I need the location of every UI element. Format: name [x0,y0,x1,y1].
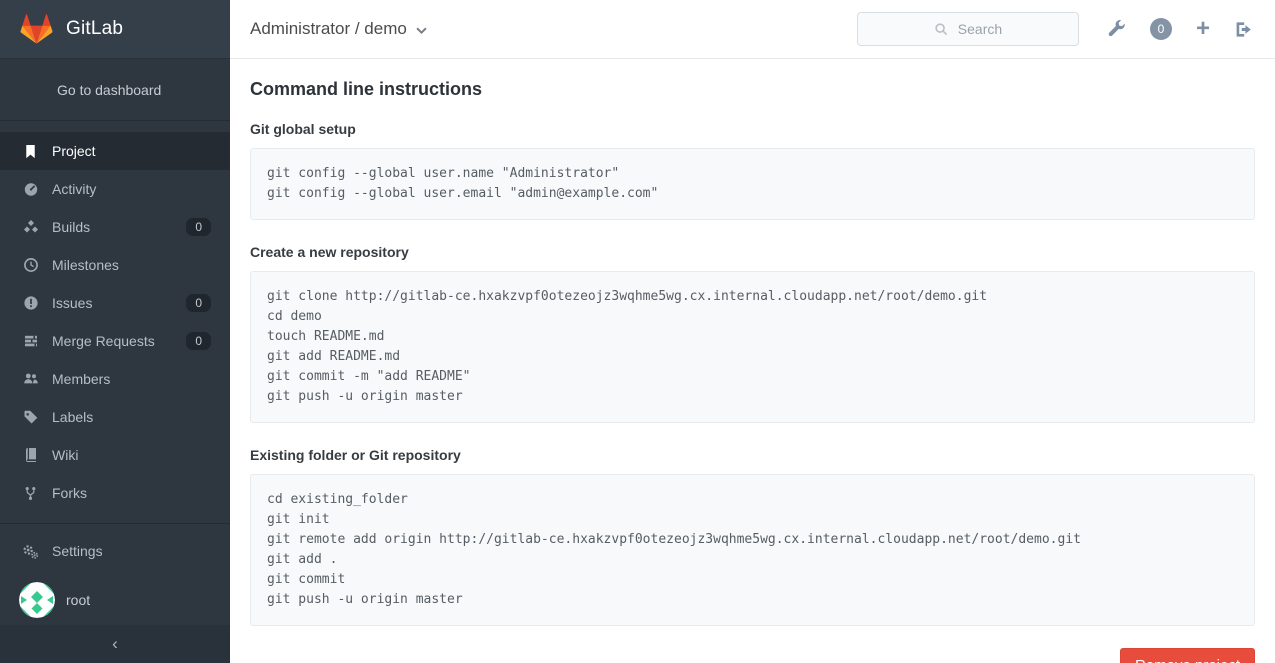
sidebar-item-activity[interactable]: Activity [0,170,230,208]
sidebar-item-labels[interactable]: Labels [0,398,230,436]
cubes-icon [22,219,39,236]
project-nav: Project Activity Builds 0 Milestones [0,132,230,512]
search-placeholder: Search [958,21,1002,37]
breadcrumb-text: Administrator / demo [250,19,407,39]
exclamation-circle-icon [22,295,39,312]
sidebar-item-builds[interactable]: Builds 0 [0,208,230,246]
gitlab-app: GitLab Go to dashboard Project Activity [0,0,1275,663]
issues-count-badge: 0 [186,294,211,312]
gitlab-tanuki-logo-icon [20,13,53,45]
sidebar: GitLab Go to dashboard Project Activity [0,0,230,663]
code-block-create-new-repository: git clone http://gitlab-ce.hxakzvpf0otez… [250,271,1255,423]
sidebar-item-label: Forks [52,485,87,501]
sidebar-divider [0,523,230,524]
code-block-git-global-setup: git config --global user.name "Administr… [250,148,1255,220]
sidebar-item-label: Builds [52,219,90,235]
section-existing-folder: Existing folder or Git repository cd exi… [250,447,1255,626]
bookmark-icon [22,143,39,160]
search-input[interactable]: Search [857,12,1079,46]
danger-actions-row: Remove project [250,648,1255,663]
tasks-icon [22,333,39,350]
sidebar-item-project[interactable]: Project [0,132,230,170]
sidebar-item-label: Project [52,143,96,159]
section-create-new-repository: Create a new repository git clone http:/… [250,244,1255,423]
clock-icon [22,257,39,274]
sign-out-icon[interactable] [1234,20,1253,39]
sidebar-item-milestones[interactable]: Milestones [0,246,230,284]
go-to-dashboard-link[interactable]: Go to dashboard [0,59,230,121]
sidebar-item-issues[interactable]: Issues 0 [0,284,230,322]
user-avatar [19,582,55,618]
sidebar-item-merge-requests[interactable]: Merge Requests 0 [0,322,230,360]
current-user-link[interactable]: root [0,574,230,626]
top-header: Administrator / demo Search [230,0,1275,59]
section-title: Existing folder or Git repository [250,447,1255,463]
gear-icon [22,543,39,560]
sidebar-item-label: Merge Requests [52,333,155,349]
search-icon [934,22,949,37]
go-to-dashboard-label: Go to dashboard [57,82,161,98]
tag-icon [22,409,39,426]
todos-count: 0 [1158,22,1165,36]
section-title: Git global setup [250,121,1255,137]
sidebar-item-label: Issues [52,295,92,311]
builds-count-badge: 0 [186,218,211,236]
breadcrumb[interactable]: Administrator / demo [250,19,427,39]
sidebar-item-label: Wiki [52,447,78,463]
page-content: Command line instructions Git global set… [230,59,1275,663]
book-icon [22,447,39,464]
chevron-down-icon[interactable] [416,27,427,35]
user-name-label: root [66,592,90,608]
sidebar-item-label: Milestones [52,257,119,273]
admin-wrench-icon[interactable] [1107,20,1126,39]
users-icon [22,371,39,388]
page-title: Command line instructions [250,79,1255,100]
sidebar-item-label: Settings [52,543,103,559]
section-git-global-setup: Git global setup git config --global use… [250,121,1255,220]
sidebar-item-label: Labels [52,409,93,425]
remove-project-button[interactable]: Remove project [1120,648,1255,663]
dashboard-icon [22,181,39,198]
new-project-plus-icon[interactable]: + [1196,17,1210,41]
sidebar-collapse-toggle[interactable]: ‹ [0,625,230,663]
header-actions: Search 0 + [857,12,1253,46]
todos-count-badge[interactable]: 0 [1150,18,1172,40]
merge-requests-count-badge: 0 [186,332,211,350]
sidebar-item-settings[interactable]: Settings [0,532,230,570]
header-icon-group: 0 + [1107,17,1253,41]
sidebar-item-label: Activity [52,181,96,197]
sidebar-item-forks[interactable]: Forks [0,474,230,512]
gitlab-home-link[interactable]: GitLab [0,0,230,59]
sidebar-item-label: Members [52,371,110,387]
gitlab-logo-text: GitLab [66,18,123,40]
sidebar-item-members[interactable]: Members [0,360,230,398]
chevron-left-icon: ‹ [112,634,118,654]
sidebar-item-wiki[interactable]: Wiki [0,436,230,474]
main-area: Administrator / demo Search [230,0,1275,663]
code-block-existing-folder: cd existing_folder git init git remote a… [250,474,1255,626]
fork-icon [22,485,39,502]
section-title: Create a new repository [250,244,1255,260]
